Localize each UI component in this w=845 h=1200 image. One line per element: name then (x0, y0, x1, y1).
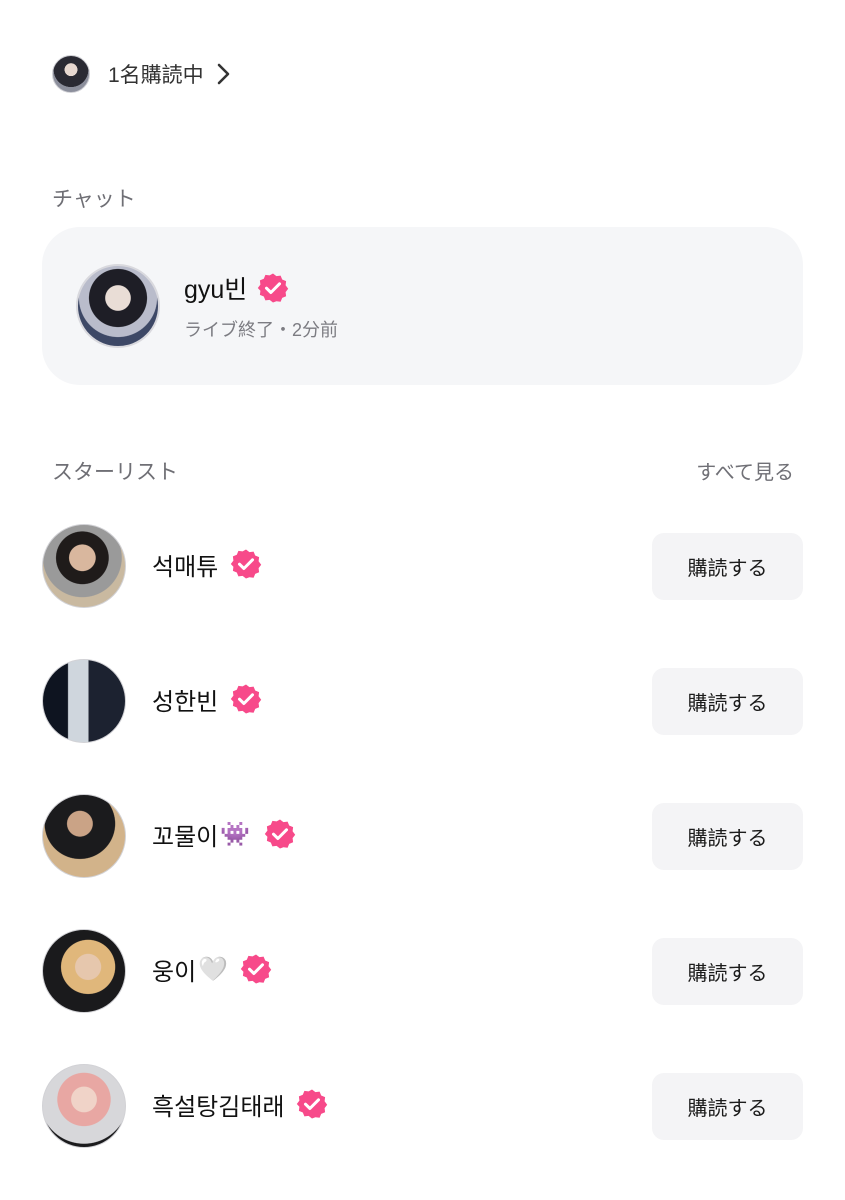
star-list-section-title: スターリスト (52, 461, 178, 484)
chat-avatar (76, 264, 160, 348)
chat-section-title: チャット (52, 188, 136, 211)
verified-badge-icon (264, 819, 296, 849)
subscription-label: 1名購読中 (108, 64, 204, 87)
subscription-link[interactable]: 1名購読中 (52, 55, 234, 93)
star-emoji: 👾 (220, 820, 251, 848)
subscribe-button[interactable]: 購読する (652, 1072, 803, 1140)
verified-badge-icon (240, 954, 272, 984)
star-name: 석매튜 (152, 553, 219, 581)
verified-badge-icon (258, 273, 289, 303)
subscribe-button[interactable]: 購読する (652, 937, 803, 1005)
subscribe-button[interactable]: 購読する (652, 802, 803, 870)
star-list-item[interactable]: 꼬물이 👾 購読する (42, 793, 803, 879)
star-avatar (42, 794, 126, 878)
star-name: 웅이 (152, 958, 197, 986)
star-name: 흑설탕김태래 (152, 1093, 285, 1121)
see-all-link[interactable]: すべて見る (696, 456, 794, 485)
star-name: 꼬물이 (152, 823, 219, 851)
star-emoji: 🤍 (198, 955, 229, 983)
star-avatar (42, 1064, 126, 1148)
star-name: 성한빈 (152, 688, 219, 716)
star-avatar (42, 659, 126, 743)
chat-card[interactable]: gyu빈 ライブ終了・2分前 (42, 227, 803, 385)
star-list-item[interactable]: 웅이 🤍 購読する (42, 928, 803, 1014)
star-list-item[interactable]: 석매튜 購読する (42, 523, 803, 609)
verified-badge-icon (297, 1089, 328, 1119)
verified-badge-icon (231, 549, 262, 579)
subscribe-button[interactable]: 購読する (652, 667, 803, 735)
star-avatar (42, 524, 126, 608)
star-list-item[interactable]: 흑설탕김태래 購読する (42, 1063, 803, 1149)
subscribed-avatar (52, 55, 90, 93)
verified-badge-icon (231, 684, 262, 714)
chat-status: ライブ終了・2分前 (184, 320, 339, 340)
star-list-item[interactable]: 성한빈 購読する (42, 658, 803, 744)
chevron-right-icon (217, 63, 229, 85)
star-avatar (42, 929, 126, 1013)
subscribe-button[interactable]: 購読する (652, 532, 803, 600)
chat-name: gyu빈 (184, 276, 248, 304)
